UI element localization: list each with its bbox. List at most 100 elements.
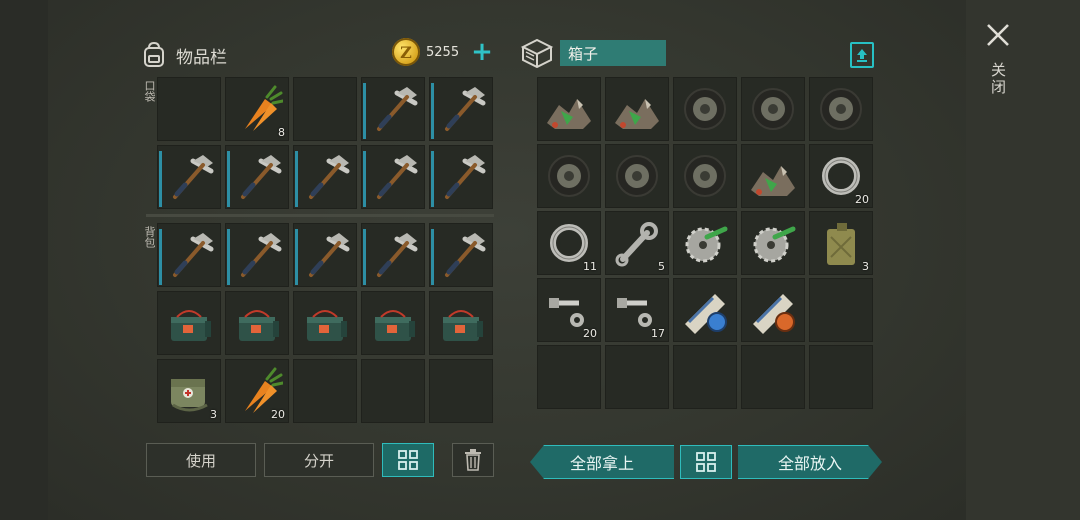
box-slot[interactable]	[605, 345, 669, 409]
durability-bar	[431, 151, 434, 207]
delete-button[interactable]	[452, 443, 494, 477]
inventory-slot[interactable]	[429, 77, 493, 141]
pickaxe-icon	[241, 155, 282, 199]
inventory-sort-button[interactable]	[382, 443, 434, 477]
box-slot[interactable]	[673, 211, 737, 275]
inventory-slot[interactable]	[225, 223, 289, 287]
item-count: 17	[651, 327, 665, 340]
item-count: 11	[583, 260, 597, 273]
box-slot[interactable]	[741, 211, 805, 275]
inventory-slot[interactable]: 8	[225, 77, 289, 141]
split-button[interactable]: 分开	[264, 443, 374, 477]
box-slot[interactable]	[605, 144, 669, 208]
coin-icon: Z	[392, 38, 420, 66]
battery-pack-icon	[171, 310, 211, 341]
box-slot[interactable]	[673, 144, 737, 208]
inventory-slot[interactable]	[157, 291, 221, 355]
box-slot[interactable]: 11	[537, 211, 601, 275]
inventory-slot[interactable]	[157, 77, 221, 141]
durability-bar	[295, 229, 298, 285]
inventory-slot[interactable]	[293, 77, 357, 141]
inventory-slot[interactable]	[361, 291, 425, 355]
blueprint-blue-icon	[685, 294, 727, 334]
box-slot[interactable]	[809, 278, 873, 342]
inventory-slot[interactable]	[157, 223, 221, 287]
put-all-button[interactable]: 全部放入	[738, 445, 882, 479]
item-count: 20	[855, 193, 869, 206]
inventory-slot[interactable]	[361, 145, 425, 209]
box-slot[interactable]	[605, 77, 669, 141]
pocket-label: 口袋	[143, 80, 156, 102]
tire-icon	[820, 88, 862, 130]
box-slot[interactable]: 20	[809, 144, 873, 208]
inventory-slot[interactable]	[361, 223, 425, 287]
durability-bar	[363, 151, 366, 207]
battery-pack-icon	[375, 310, 415, 341]
inventory-slot[interactable]	[429, 145, 493, 209]
box-slot[interactable]	[741, 144, 805, 208]
left-bar	[0, 0, 48, 520]
inventory-slot[interactable]	[293, 359, 357, 423]
inventory-header: 物品栏	[142, 40, 227, 70]
box-slot[interactable]	[673, 278, 737, 342]
inventory-slot[interactable]	[429, 223, 493, 287]
sort-upload-button[interactable]	[850, 42, 874, 68]
durability-bar	[431, 229, 434, 285]
inventory-slot[interactable]	[225, 145, 289, 209]
box-sort-button[interactable]	[680, 445, 732, 479]
box-slot[interactable]	[741, 77, 805, 141]
wrench-icon	[615, 222, 658, 267]
durability-bar	[159, 229, 162, 285]
box-slot[interactable]	[741, 278, 805, 342]
close-label[interactable]: 关闭	[988, 62, 1009, 96]
box-slot[interactable]	[673, 77, 737, 141]
pickaxe-icon	[377, 233, 418, 277]
box-slot[interactable]	[673, 345, 737, 409]
tire-icon	[548, 155, 590, 197]
tire-icon	[616, 155, 658, 197]
item-count: 8	[278, 126, 285, 139]
box-slot[interactable]	[809, 345, 873, 409]
inventory-slot[interactable]: 3	[157, 359, 221, 423]
pickaxe-icon	[309, 155, 350, 199]
tire-icon	[752, 88, 794, 130]
scrap-pile-icon	[547, 99, 591, 129]
durability-bar	[363, 83, 366, 139]
box-slot[interactable]	[537, 77, 601, 141]
inventory-slot[interactable]	[429, 359, 493, 423]
item-count: 3	[210, 408, 217, 421]
durability-bar	[227, 151, 230, 207]
box-slot[interactable]: 3	[809, 211, 873, 275]
box-slot[interactable]	[741, 345, 805, 409]
inventory-slot[interactable]	[361, 77, 425, 141]
inventory-slot[interactable]	[225, 291, 289, 355]
close-icon[interactable]	[985, 22, 1011, 48]
inventory-slot[interactable]	[293, 223, 357, 287]
box-name-field[interactable]: 箱子	[560, 40, 666, 66]
box-slot[interactable]: 20	[537, 278, 601, 342]
box-header: 箱子	[520, 38, 666, 68]
take-all-button[interactable]: 全部拿上	[530, 445, 674, 479]
inventory-slot[interactable]	[429, 291, 493, 355]
tire-icon	[684, 88, 726, 130]
inventory-slot[interactable]	[157, 145, 221, 209]
battery-pack-icon	[443, 310, 483, 341]
durability-bar	[363, 229, 366, 285]
inventory-slot[interactable]	[361, 359, 425, 423]
carrot-icon	[245, 85, 283, 131]
durability-bar	[431, 83, 434, 139]
inventory-slot[interactable]	[293, 145, 357, 209]
box-slot[interactable]: 5	[605, 211, 669, 275]
add-coins-button[interactable]: +	[471, 39, 493, 65]
use-button[interactable]: 使用	[146, 443, 256, 477]
inventory-slot[interactable]	[293, 291, 357, 355]
coin-amount: 5255	[426, 44, 460, 60]
coin-balance: Z 5255 +	[392, 38, 493, 66]
battery-pack-icon	[307, 310, 347, 341]
box-slot[interactable]	[537, 345, 601, 409]
inventory-slot[interactable]: 20	[225, 359, 289, 423]
box-slot[interactable]: 17	[605, 278, 669, 342]
box-slot[interactable]	[537, 144, 601, 208]
box-slot[interactable]	[809, 77, 873, 141]
medkit-bag-icon	[171, 379, 208, 412]
